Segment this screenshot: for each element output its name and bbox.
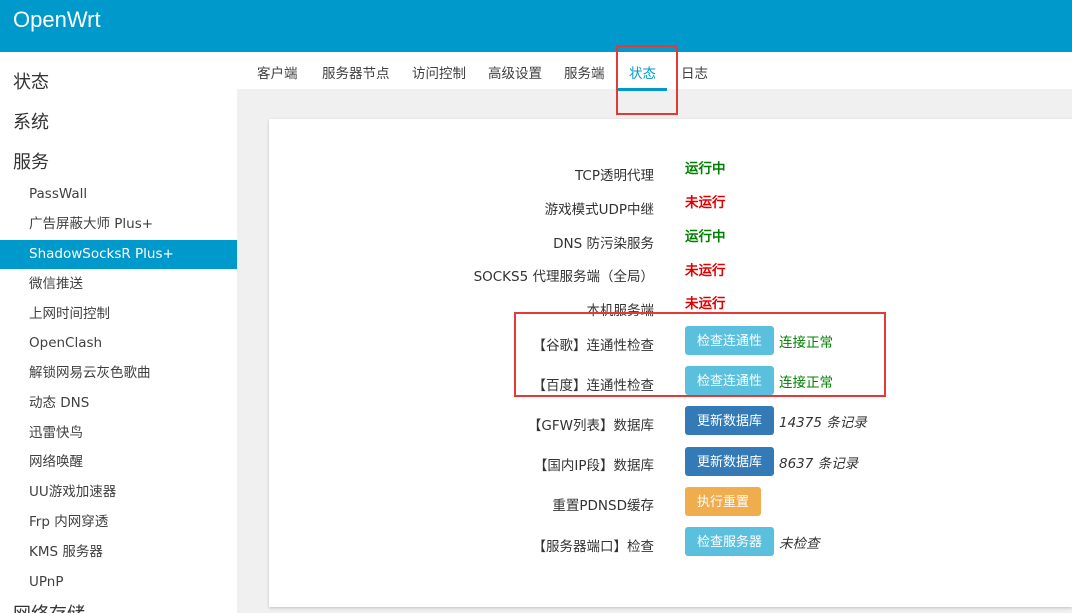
top-bar: OpenWrt	[0, 0, 1072, 52]
status-socks5: 未运行	[685, 263, 726, 279]
sidebar-category-system[interactable]: 系统	[13, 108, 49, 134]
sidebar-item-upnp[interactable]: UPnP	[0, 568, 237, 597]
tab-status[interactable]: 状态	[629, 62, 656, 82]
sidebar-item-unblock-music[interactable]: 解锁网易云灰色歌曲	[0, 359, 237, 388]
server-check-result: 未检查	[779, 536, 820, 552]
row-label-dns: DNS 防污染服务	[553, 236, 654, 252]
row-label-udp-relay: 游戏模式UDP中继	[544, 202, 654, 218]
tab-server[interactable]: 服务端	[564, 62, 605, 82]
row-label-gfw-list: 【GFW列表】数据库	[527, 418, 654, 434]
tab-access-control[interactable]: 访问控制	[412, 62, 466, 82]
row-label-google-check: 【谷歌】连通性检查	[532, 338, 655, 354]
baidu-check-result: 连接正常	[779, 375, 833, 391]
status-panel	[269, 119, 1072, 607]
sidebar-item-adblock[interactable]: 广告屏蔽大师 Plus+	[0, 210, 237, 239]
sidebar-item-uu[interactable]: UU游戏加速器	[0, 478, 237, 507]
sidebar-item-wechat-push[interactable]: 微信推送	[0, 270, 237, 299]
google-check-result: 连接正常	[779, 335, 833, 351]
sidebar-category-network-storage[interactable]: 网络存储	[13, 600, 85, 613]
row-label-pdnsd-reset: 重置PDNSD缓存	[552, 498, 654, 514]
tab-server-nodes[interactable]: 服务器节点	[322, 62, 390, 82]
sidebar-item-wol[interactable]: 网络唤醒	[0, 448, 237, 477]
sidebar-item-frp[interactable]: Frp 内网穿透	[0, 508, 237, 537]
check-google-button[interactable]: 检查连通性	[685, 326, 775, 355]
status-dns: 运行中	[685, 229, 726, 245]
reset-pdnsd-button[interactable]: 执行重置	[685, 487, 762, 516]
status-tcp-proxy: 运行中	[685, 161, 726, 177]
row-label-server-port: 【服务器端口】检查	[532, 539, 655, 555]
tab-bar: 客户端 服务器节点 访问控制 高级设置 服务端 状态 日志	[237, 52, 1072, 89]
row-label-local-server: 本机服务端	[586, 303, 655, 319]
gfw-list-count: 14375 条记录	[779, 415, 867, 431]
sidebar-item-openclash[interactable]: OpenClash	[0, 329, 237, 358]
sidebar-category-services[interactable]: 服务	[13, 148, 49, 174]
sidebar-item-ssr-plus[interactable]: ShadowSocksR Plus+	[0, 240, 237, 269]
china-ip-count: 8637 条记录	[779, 456, 859, 472]
status-local-server: 未运行	[685, 296, 726, 312]
row-label-socks5: SOCKS5 代理服务端（全局）	[473, 269, 654, 285]
sidebar-item-xunlei[interactable]: 迅雷快鸟	[0, 419, 237, 448]
update-china-ip-button[interactable]: 更新数据库	[685, 447, 775, 476]
update-gfw-list-button[interactable]: 更新数据库	[685, 406, 775, 435]
check-server-button[interactable]: 检查服务器	[685, 527, 775, 556]
sidebar-item-passwall[interactable]: PassWall	[0, 180, 237, 209]
brand-logo[interactable]: OpenWrt	[13, 7, 101, 33]
sidebar: 状态 系统 服务 PassWall 广告屏蔽大师 Plus+ ShadowSoc…	[0, 52, 237, 613]
sidebar-category-status[interactable]: 状态	[13, 68, 49, 94]
tab-client[interactable]: 客户端	[257, 62, 298, 82]
sidebar-item-kms[interactable]: KMS 服务器	[0, 538, 237, 567]
sidebar-item-ddns[interactable]: 动态 DNS	[0, 389, 237, 418]
row-label-tcp-proxy: TCP透明代理	[574, 168, 654, 184]
status-udp-relay: 未运行	[685, 195, 726, 211]
row-label-china-ip: 【国内IP段】数据库	[533, 458, 654, 474]
active-tab-indicator	[618, 88, 667, 91]
tab-log[interactable]: 日志	[681, 62, 708, 82]
tab-advanced[interactable]: 高级设置	[488, 62, 542, 82]
sidebar-item-time-control[interactable]: 上网时间控制	[0, 300, 237, 329]
row-label-baidu-check: 【百度】连通性检查	[532, 378, 655, 394]
check-baidu-button[interactable]: 检查连通性	[685, 366, 775, 395]
